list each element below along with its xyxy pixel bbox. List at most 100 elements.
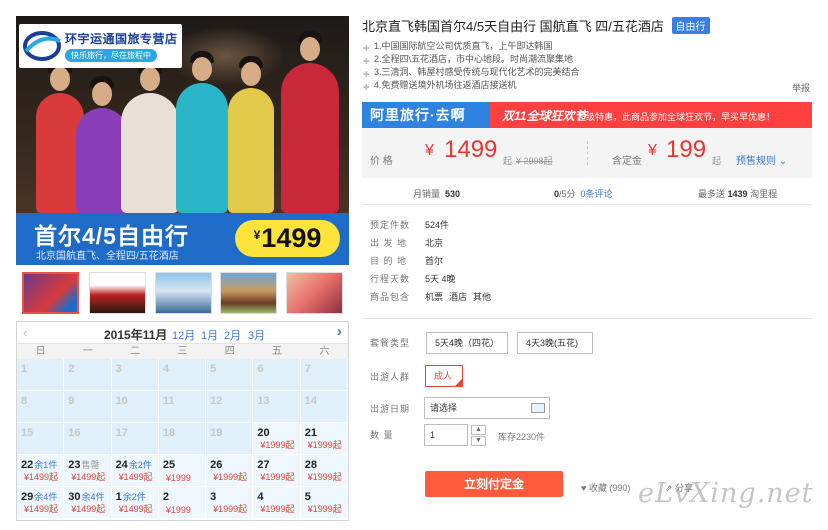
deposit-currency: ¥ bbox=[648, 142, 657, 159]
product-info: 预定件数 524件 出 发 地北京 目 的 地首尔 行程天数 5天 4晚 商品包含机… bbox=[370, 218, 497, 308]
calendar-day: 15 bbox=[17, 423, 65, 455]
calendar-day: 13 bbox=[253, 391, 301, 423]
stock-tag: 余2件 bbox=[128, 460, 152, 470]
package-option-2[interactable]: 4天3晚(五花) bbox=[517, 332, 593, 354]
day-number: 1 bbox=[21, 363, 28, 375]
calendar-day[interactable]: 5 ¥1999起 bbox=[300, 487, 348, 519]
calendar-day[interactable]: 28 ¥1999起 bbox=[300, 455, 348, 487]
thumbnail-3[interactable] bbox=[155, 272, 212, 314]
weekday: 三 bbox=[177, 346, 188, 357]
divider bbox=[362, 318, 812, 319]
quantity-input[interactable]: 1 bbox=[424, 424, 468, 446]
day-number: 16 bbox=[68, 427, 81, 439]
presale-rules-link[interactable]: 预售规则 ⌄ bbox=[736, 152, 787, 167]
thumbnail-5[interactable] bbox=[286, 272, 343, 314]
calendar-icon[interactable] bbox=[531, 403, 545, 413]
calendar-day[interactable]: 1余2件 ¥1499起 bbox=[111, 487, 159, 519]
calendar-day[interactable]: 30余4件 ¥1499起 bbox=[64, 487, 112, 519]
day-price: ¥1999 bbox=[165, 473, 191, 483]
info-row: 出 发 地北京 bbox=[370, 238, 444, 248]
calendar-day: 16 bbox=[64, 423, 112, 455]
calendar-day[interactable]: 29余4件 ¥1499起 bbox=[17, 487, 65, 519]
thumbnail-1[interactable] bbox=[22, 272, 79, 314]
original-price: ¥ 2998起 bbox=[516, 156, 553, 166]
departure-calendar: ‹ 2015年11月 12月 1月 2月 3月 › 日 一 二 三 四 五 六 … bbox=[16, 321, 349, 521]
calendar-day: 1 bbox=[17, 359, 65, 391]
rating: 0/5分 0条评论 bbox=[554, 189, 613, 199]
quantity-decrement-icon[interactable]: ▼ bbox=[471, 436, 486, 446]
calendar-day[interactable]: 24余2件 ¥1499起 bbox=[111, 455, 159, 487]
calendar-day: 4 bbox=[158, 359, 207, 391]
quantity-increment-icon[interactable]: ▲ bbox=[471, 425, 486, 435]
day-price: ¥1499起 bbox=[24, 504, 59, 514]
calendar-day[interactable]: 2 ¥1999 bbox=[158, 487, 207, 519]
day-number: 18 bbox=[162, 427, 176, 439]
day-number: 11 bbox=[162, 395, 175, 407]
promo-banner[interactable]: 阿里旅行·去啊 双11全球狂欢节 超级特惠，此商品参加全球狂欢节，早买早优惠！ bbox=[362, 102, 812, 128]
calendar-day[interactable]: 25 ¥1999 bbox=[158, 455, 207, 487]
comments-link[interactable]: 0条评论 bbox=[581, 189, 613, 199]
day-price: ¥1999起 bbox=[260, 440, 295, 450]
share-button[interactable]: ⇗ 分享 bbox=[665, 481, 693, 494]
day-price: ¥1999起 bbox=[307, 504, 342, 514]
travel-date-picker[interactable]: 请选择 bbox=[424, 397, 550, 419]
weekday: 一 bbox=[82, 346, 93, 357]
group-label: 出游人群 bbox=[370, 372, 411, 382]
calendar-day: 2 bbox=[64, 359, 112, 391]
mileage-points: 最多送 1439 淘里程 bbox=[698, 189, 778, 199]
chevron-down-icon: ⌄ bbox=[778, 156, 788, 167]
info-row: 行程天数 5天 4晚 bbox=[370, 274, 456, 284]
day-number: 7 bbox=[304, 363, 311, 375]
group-option-adult[interactable]: 成人 bbox=[425, 365, 463, 387]
day-price: ¥1499起 bbox=[118, 504, 153, 514]
thumbnail-4[interactable] bbox=[220, 272, 277, 314]
report-link[interactable]: 举报 bbox=[792, 81, 810, 94]
day-number: 15 bbox=[21, 427, 34, 439]
store-slogan: 快乐旅行，尽在旅程中 bbox=[65, 49, 157, 62]
day-number: 19 bbox=[210, 427, 223, 439]
calendar-tab-jan[interactable]: 1月 bbox=[201, 327, 218, 343]
day-price: ¥1999 bbox=[165, 505, 191, 515]
thumbnail-2[interactable] bbox=[89, 272, 146, 314]
model-figure bbox=[121, 61, 179, 213]
calendar-day[interactable]: 3 ¥1999起 bbox=[206, 487, 254, 519]
double11-logo: 双11全球狂欢节 bbox=[502, 109, 587, 123]
monthly-sales: 月销量 530 bbox=[413, 189, 461, 199]
product-main-image[interactable]: 环宇运通国旅专营店 快乐旅行，尽在旅程中 首尔4/5自由行 北京国航直飞、全程四… bbox=[16, 16, 349, 265]
calendar-day[interactable]: 4 ¥1999起 bbox=[253, 487, 301, 519]
feature-list: ✚ 1.中国国际航空公司优质直飞，上午即达韩国 ✚ 2.全程四\五花酒店，市中心地段… bbox=[363, 40, 813, 92]
calendar-prev-icon[interactable]: ‹ bbox=[23, 325, 27, 340]
day-number: 8 bbox=[21, 395, 28, 407]
deposit-value: 199 bbox=[666, 136, 707, 163]
pay-deposit-button[interactable]: 立刻付定金 bbox=[425, 471, 563, 497]
favorite-button[interactable]: ♥ 收藏 (990) bbox=[581, 481, 630, 494]
price-box: 价 格 ¥ 1499 起 ¥ 2998起 含定金 ¥ 199 起 预售规则 ⌄ bbox=[362, 128, 812, 178]
calendar-tab-feb[interactable]: 2月 bbox=[224, 327, 241, 343]
day-price: ¥1499起 bbox=[24, 472, 59, 482]
promo-note: 超级特惠，此商品参加全球狂欢节，早买早优惠！ bbox=[577, 112, 776, 122]
calendar-day[interactable]: 21 ¥1999起 bbox=[300, 423, 348, 455]
deposit-label: 含定金 bbox=[612, 156, 642, 167]
day-price: ¥1499起 bbox=[71, 504, 106, 514]
plus-icon: ✚ bbox=[363, 83, 370, 92]
day-number: 2 bbox=[162, 491, 169, 503]
calendar-header: ‹ 2015年11月 12月 1月 2月 3月 › bbox=[17, 322, 348, 344]
product-title: 北京直飞韩国首尔4/5天自由行 国航直飞 四/五花酒店 bbox=[362, 19, 664, 34]
model-figure bbox=[228, 56, 274, 213]
calendar-day[interactable]: 27 ¥1999起 bbox=[253, 455, 301, 487]
day-price: ¥1499起 bbox=[118, 472, 153, 482]
weekday: 二 bbox=[130, 346, 141, 357]
calendar-next-icon[interactable]: › bbox=[337, 323, 342, 340]
calendar-tab-dec[interactable]: 12月 bbox=[172, 327, 195, 343]
stock-tag: 余4件 bbox=[81, 492, 105, 502]
calendar-day: 12 bbox=[206, 391, 254, 423]
banner-price-badge: ¥ 1499 bbox=[235, 220, 340, 257]
hero-banner: 首尔4/5自由行 北京国航直飞、全程四/五花酒店 ¥ 1499 bbox=[16, 213, 349, 265]
calendar-day[interactable]: 20 ¥1999起 bbox=[253, 423, 301, 455]
calendar-day[interactable]: 26 ¥1999起 bbox=[206, 455, 254, 487]
day-price: ¥1999起 bbox=[260, 472, 295, 482]
calendar-day[interactable]: 22余1件 ¥1499起 bbox=[17, 455, 65, 487]
stock-tag: 余2件 bbox=[122, 492, 146, 502]
calendar-tab-mar[interactable]: 3月 bbox=[248, 327, 265, 343]
package-option-1[interactable]: 5天4晚（四花） bbox=[426, 332, 508, 354]
